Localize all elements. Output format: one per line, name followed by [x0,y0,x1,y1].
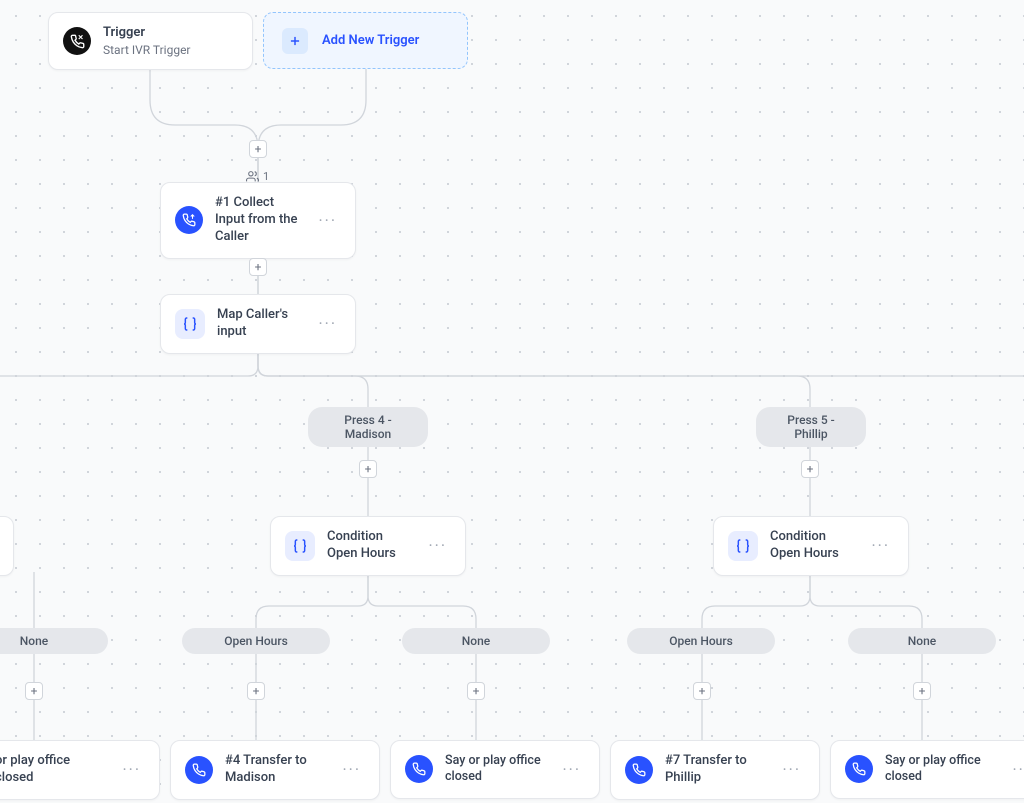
branch-label: Press 4 - Madison [344,413,391,441]
phone-trigger-icon [63,27,91,55]
condition-label: Condition Open Hours [327,529,412,563]
action-node[interactable]: Say or play office closed ··· [390,740,600,799]
outcome-pill[interactable]: Open Hours [182,628,330,654]
outcome-label: None [462,634,490,648]
condition-node[interactable]: Condition Open Hours ··· [713,516,909,576]
trigger-node[interactable]: Trigger Start IVR Trigger [48,12,253,70]
outcome-pill[interactable]: None [402,628,550,654]
collect-input-label: #1 Collect Input from the Caller [215,195,302,246]
trigger-subtitle: Start IVR Trigger [103,43,191,57]
phone-action-icon [845,755,873,783]
condition-label: Condition Open Hours [770,529,855,563]
action-label: #4 Transfer to Madison [225,753,326,787]
more-menu-button[interactable]: ··· [118,758,145,781]
condition-node[interactable]: Condition Open Hours ··· [270,516,466,576]
outcome-pill[interactable]: None [848,628,996,654]
branch-pill[interactable]: Press 5 - Phillip [756,407,866,447]
outcome-pill[interactable]: None [0,628,108,654]
phone-action-icon [625,756,653,784]
add-step-button[interactable]: + [247,682,265,700]
braces-icon [285,531,315,561]
action-label: or play office closed [0,753,106,787]
collect-input-node[interactable]: #1 Collect Input from the Caller ··· [160,182,356,259]
action-node[interactable]: Say or play office closed ··· [830,740,1024,799]
trigger-title: Trigger [103,25,191,41]
more-menu-button[interactable]: ··· [558,758,585,781]
branch-label: Press 5 - Phillip [787,413,834,441]
map-input-node[interactable]: Map Caller's input ··· [160,294,356,354]
phone-action-icon [405,755,433,783]
condition-node[interactable]: Condition Open Hours ··· [0,516,14,576]
more-menu-button[interactable]: ··· [778,758,805,781]
branch-pill[interactable]: Press 4 - Madison [308,407,428,447]
more-menu-button[interactable]: ··· [1008,758,1024,781]
map-input-label: Map Caller's input [217,307,302,341]
action-label: Say or play office closed [885,753,996,786]
more-menu-button[interactable]: ··· [424,534,451,557]
add-step-button[interactable]: + [359,460,377,478]
add-step-button[interactable]: + [25,682,43,700]
add-trigger-button[interactable]: Add New Trigger [263,12,468,69]
action-node[interactable]: #7 Transfer to Phillip ··· [610,740,820,800]
more-menu-button[interactable]: ··· [314,312,341,335]
add-step-button[interactable]: + [467,682,485,700]
outcome-label: None [908,634,936,648]
action-label: Say or play office closed [445,753,546,786]
action-node[interactable]: or play office closed ··· [0,740,160,800]
outcome-label: Open Hours [669,634,733,648]
phone-action-icon [185,756,213,784]
phone-action-icon [175,206,203,234]
add-step-button[interactable]: + [249,140,267,158]
add-step-button[interactable]: + [249,258,267,276]
outcome-label: None [20,634,48,648]
more-menu-button[interactable]: ··· [867,534,894,557]
action-label: #7 Transfer to Phillip [665,753,766,787]
add-step-button[interactable]: + [693,682,711,700]
more-menu-button[interactable]: ··· [314,209,341,232]
outcome-pill[interactable]: Open Hours [627,628,775,654]
action-node[interactable]: #4 Transfer to Madison ··· [170,740,380,800]
more-menu-button[interactable]: ··· [338,758,365,781]
plus-icon [282,28,308,54]
outcome-label: Open Hours [224,634,288,648]
add-trigger-label: Add New Trigger [322,33,419,48]
braces-icon [175,309,205,339]
add-step-button[interactable]: + [801,460,819,478]
braces-icon [728,531,758,561]
add-step-button[interactable]: + [913,682,931,700]
